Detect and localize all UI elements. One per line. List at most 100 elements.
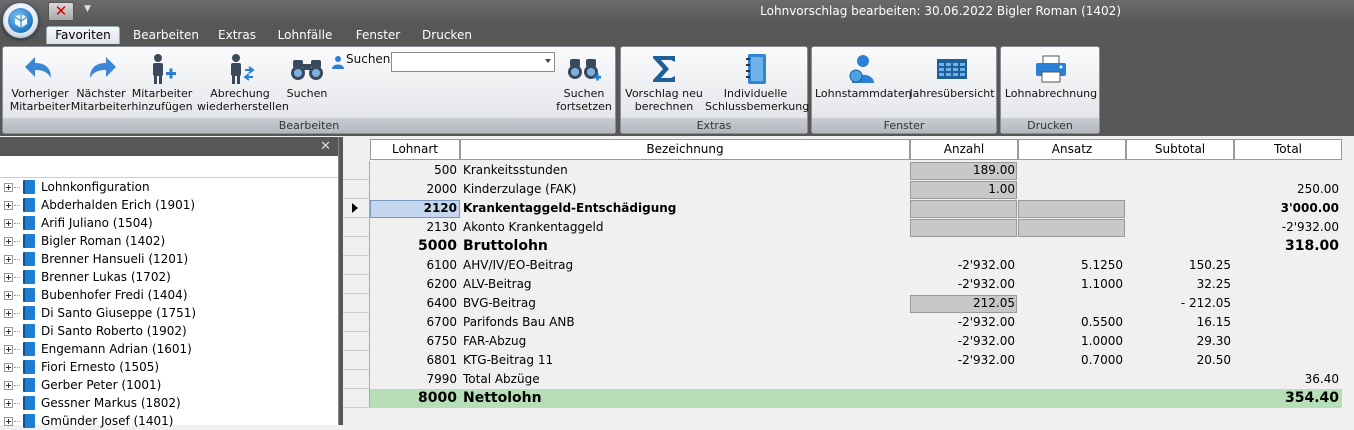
tree-filter-input[interactable] xyxy=(0,156,338,178)
row-header[interactable] xyxy=(343,370,370,389)
tab-bearbeiten[interactable]: Bearbeiten xyxy=(130,27,202,45)
cell-anzahl[interactable] xyxy=(910,199,1018,218)
expand-icon[interactable] xyxy=(4,398,13,408)
row-header[interactable] xyxy=(343,161,370,180)
tree-item[interactable]: Brenner Hansueli (1201) xyxy=(0,250,338,268)
cell-lohnart[interactable]: 2000 xyxy=(370,180,460,199)
tab-drucken[interactable]: Drucken xyxy=(418,27,476,45)
expand-icon[interactable] xyxy=(4,416,13,426)
cell-bezeichnung[interactable]: BVG-Beitrag xyxy=(463,294,903,313)
cell-lohnart[interactable]: 2120 xyxy=(370,199,460,218)
row-header[interactable] xyxy=(343,180,370,199)
cell-ansatz[interactable]: 1.0000 xyxy=(1018,332,1126,351)
table-row[interactable]: 8000 Nettolohn 354.40 xyxy=(370,389,1342,408)
cell-total[interactable] xyxy=(1234,294,1342,313)
cell-anzahl[interactable]: -2'932.00 xyxy=(910,332,1018,351)
cell-total[interactable] xyxy=(1234,275,1342,294)
expand-icon[interactable] xyxy=(4,272,13,282)
tree-item[interactable]: Gerber Peter (1001) xyxy=(0,376,338,394)
table-row[interactable]: 2120 Krankentaggeld-Entschädigung 3'000.00 xyxy=(343,199,1354,218)
tab-extras[interactable]: Extras xyxy=(212,27,262,45)
cell-subtotal[interactable] xyxy=(1126,180,1234,199)
tree-item[interactable]: Engemann Adrian (1601) xyxy=(0,340,338,358)
cell-anzahl[interactable]: -2'932.00 xyxy=(910,313,1018,332)
cell-anzahl[interactable] xyxy=(910,370,1018,389)
next-employee-button[interactable]: Nächster Mitarbeiter xyxy=(70,51,132,113)
payslip-button[interactable]: Lohnabrechnung xyxy=(1003,51,1099,100)
cell-total[interactable] xyxy=(1234,351,1342,370)
cell-lohnart[interactable]: 6700 xyxy=(370,313,460,332)
cell-lohnart[interactable]: 6200 xyxy=(370,275,460,294)
cell-lohnart[interactable]: 500 xyxy=(370,161,460,180)
expand-icon[interactable] xyxy=(4,182,13,192)
annual-overview-button[interactable]: Jahresübersicht xyxy=(909,51,995,100)
add-employee-button[interactable]: Mitarbeiter hinzufügen xyxy=(130,51,194,113)
cell-ansatz[interactable] xyxy=(1018,180,1126,199)
cell-subtotal[interactable]: 32.25 xyxy=(1126,275,1234,294)
cell-anzahl[interactable]: 189.00 xyxy=(910,161,1018,180)
cell-total[interactable] xyxy=(1234,313,1342,332)
col-header-ansatz[interactable]: Ansatz xyxy=(1018,139,1126,160)
cell-total[interactable]: 250.00 xyxy=(1234,180,1342,199)
cell-subtotal[interactable]: 16.15 xyxy=(1126,313,1234,332)
app-menu-button[interactable] xyxy=(2,2,39,39)
tree-item[interactable]: Gmünder Josef (1401) xyxy=(0,412,338,430)
row-header[interactable] xyxy=(343,313,370,332)
table-row[interactable]: 5000 Bruttolohn 318.00 xyxy=(343,237,1354,256)
cell-bezeichnung[interactable]: Krankeitsstunden xyxy=(463,161,903,180)
cell-total[interactable] xyxy=(1234,161,1342,180)
row-header[interactable] xyxy=(343,237,370,256)
tab-favoriten[interactable]: Favoriten xyxy=(46,26,120,45)
cell-total[interactable]: -2'932.00 xyxy=(1234,218,1342,237)
cell-bezeichnung[interactable]: KTG-Beitrag 11 xyxy=(463,351,903,370)
expand-icon[interactable] xyxy=(4,200,13,210)
table-row[interactable]: 6801 KTG-Beitrag 11 -2'932.00 0.7000 20.50 xyxy=(343,351,1354,370)
col-header-bezeichnung[interactable]: Bezeichnung xyxy=(460,139,910,160)
cell-bezeichnung[interactable]: Parifonds Bau ANB xyxy=(463,313,903,332)
cell-ansatz[interactable]: 1.1000 xyxy=(1018,275,1126,294)
cell-anzahl[interactable]: -2'932.00 xyxy=(910,275,1018,294)
expand-icon[interactable] xyxy=(4,380,13,390)
row-header[interactable] xyxy=(343,332,370,351)
cell-subtotal[interactable]: 150.25 xyxy=(1126,256,1234,275)
cell-total[interactable]: 354.40 xyxy=(1234,389,1342,408)
cell-anzahl[interactable]: 212.05 xyxy=(910,294,1018,313)
previous-employee-button[interactable]: Vorheriger Mitarbeiter xyxy=(7,51,73,113)
row-header[interactable] xyxy=(343,351,370,370)
cell-bezeichnung[interactable]: Bruttolohn xyxy=(463,237,903,256)
cell-lohnart[interactable]: 7990 xyxy=(370,370,460,389)
tab-lohnfaelle[interactable]: Lohnfälle xyxy=(272,27,338,45)
cell-total[interactable] xyxy=(1234,332,1342,351)
tree-item[interactable]: Lohnkonfiguration xyxy=(0,178,338,196)
cell-lohnart[interactable]: 5000 xyxy=(370,237,460,256)
expand-icon[interactable] xyxy=(4,308,13,318)
expand-icon[interactable] xyxy=(4,254,13,264)
table-row[interactable]: 6400 BVG-Beitrag 212.05 - 212.05 xyxy=(343,294,1354,313)
cell-subtotal[interactable] xyxy=(1126,218,1234,237)
expand-icon[interactable] xyxy=(4,236,13,246)
tree-item[interactable]: Brenner Lukas (1702) xyxy=(0,268,338,286)
cell-lohnart[interactable]: 8000 xyxy=(370,389,460,408)
tree-item[interactable]: Gessner Markus (1802) xyxy=(0,394,338,412)
cell-lohnart[interactable]: 6801 xyxy=(370,351,460,370)
cell-subtotal[interactable]: 29.30 xyxy=(1126,332,1234,351)
cell-ansatz[interactable] xyxy=(1018,161,1126,180)
cell-total[interactable]: 36.40 xyxy=(1234,370,1342,389)
cell-bezeichnung[interactable]: ALV-Beitrag xyxy=(463,275,903,294)
col-header-subtotal[interactable]: Subtotal xyxy=(1126,139,1234,160)
tree-item[interactable]: Di Santo Giuseppe (1751) xyxy=(0,304,338,322)
table-row[interactable]: 6750 FAR-Abzug -2'932.00 1.0000 29.30 xyxy=(343,332,1354,351)
tab-fenster[interactable]: Fenster xyxy=(348,27,408,45)
tree-item[interactable]: Arifi Juliano (1504) xyxy=(0,214,338,232)
cell-ansatz[interactable] xyxy=(1018,370,1126,389)
cell-bezeichnung[interactable]: AHV/IV/EO-Beitrag xyxy=(463,256,903,275)
table-row[interactable]: 2130 Akonto Krankentaggeld -2'932.00 xyxy=(343,218,1354,237)
cell-bezeichnung[interactable]: FAR-Abzug xyxy=(463,332,903,351)
row-header[interactable] xyxy=(343,256,370,275)
row-header[interactable] xyxy=(343,199,370,218)
cell-anzahl[interactable]: -2'932.00 xyxy=(910,351,1018,370)
row-header[interactable] xyxy=(343,389,370,408)
cell-bezeichnung[interactable]: Nettolohn xyxy=(463,389,903,408)
cell-total[interactable] xyxy=(1234,256,1342,275)
cell-lohnart[interactable]: 6750 xyxy=(370,332,460,351)
